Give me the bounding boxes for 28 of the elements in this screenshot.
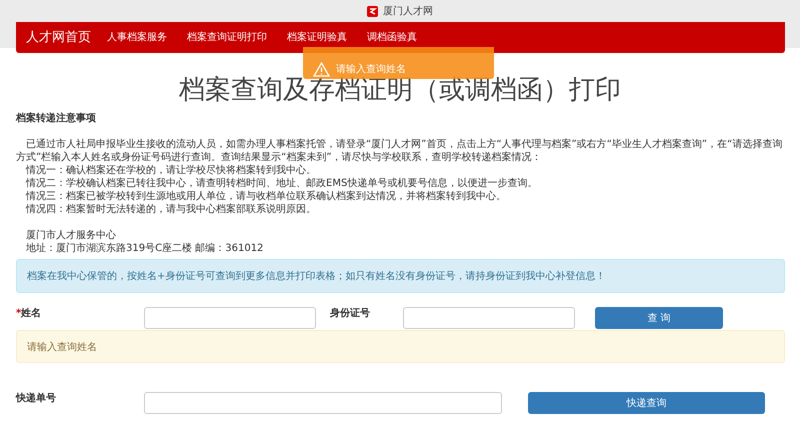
home-link[interactable]: 人才网首页 — [26, 28, 91, 48]
page-heading: 档案查询及存档证明（或调档函）打印 — [178, 74, 622, 107]
notice-paragraph: 已通过市人社局申报毕业生接收的流动人员，如需办理人事档案托管，请登录“厦门人才网”首页，点击上方“人事代理与档案”或右方“毕业生人才档案查询”，在“请选择查询方式”栏输入本人姓名或身份证号码进行查询。查询结果显示“档案未到”，请尽快与学校联系，查明学校转递档案情况： — [16, 138, 784, 164]
warning-icon — [313, 62, 330, 76]
field-label: 快递单号 — [16, 391, 57, 406]
toast-text: 请输入查询姓名 — [336, 62, 406, 76]
case-text: 情况三：档案已被学校转到生源地或用人单位，请与收档单位联系确认档案到达情况，并将档案转到我中心。 — [24, 190, 507, 203]
window-title: 厦门人才网 — [383, 5, 433, 19]
case-text: 情况一：确认档案还在学校的，请让学校尽快将档案转到我中心。 — [24, 164, 317, 177]
notice-title: 档案转递注意事项 — [16, 111, 97, 126]
address-text: 地址：厦门市湖滨东路319号C座二楼 邮编：361012 — [25, 242, 264, 255]
site-logo-icon — [367, 6, 378, 17]
required-field-label: *姓名 — [16, 306, 42, 321]
case-text: 情况四：档案暂时无法转递的，请与我中心档案部联系说明原因。 — [24, 203, 317, 216]
query-button[interactable]: 查 询 — [595, 307, 723, 329]
field-label: 身份证号 — [330, 306, 371, 321]
nav-link[interactable]: 档案证明验真 — [287, 30, 347, 45]
nav-link[interactable]: 人事档案服务 — [107, 30, 167, 45]
info-alert: 档案在我中心保管的，按姓名+身份证号可查询到更多信息并打印表格；如只有姓名没有身份证号，请持身份证到我中心补登信息！ — [16, 259, 785, 293]
name-field[interactable] — [144, 307, 316, 329]
nav-link[interactable]: 调档函验真 — [367, 30, 417, 45]
case-text: 情况二：学校确认档案已转往我中心，请查明转档时间、地址、邮政EMS快递单号或机要号信息，以便进一步查询。 — [24, 177, 538, 190]
warning-alert: 请输入查询姓名 — [16, 330, 785, 363]
organization-name: 厦门市人才服务中心 — [25, 229, 117, 242]
nav-link[interactable]: 档案查询证明打印 — [187, 30, 267, 45]
id-number-field[interactable] — [403, 307, 575, 329]
tracking-number-field[interactable] — [144, 392, 502, 414]
express-query-button[interactable]: 快递查询 — [528, 392, 765, 414]
